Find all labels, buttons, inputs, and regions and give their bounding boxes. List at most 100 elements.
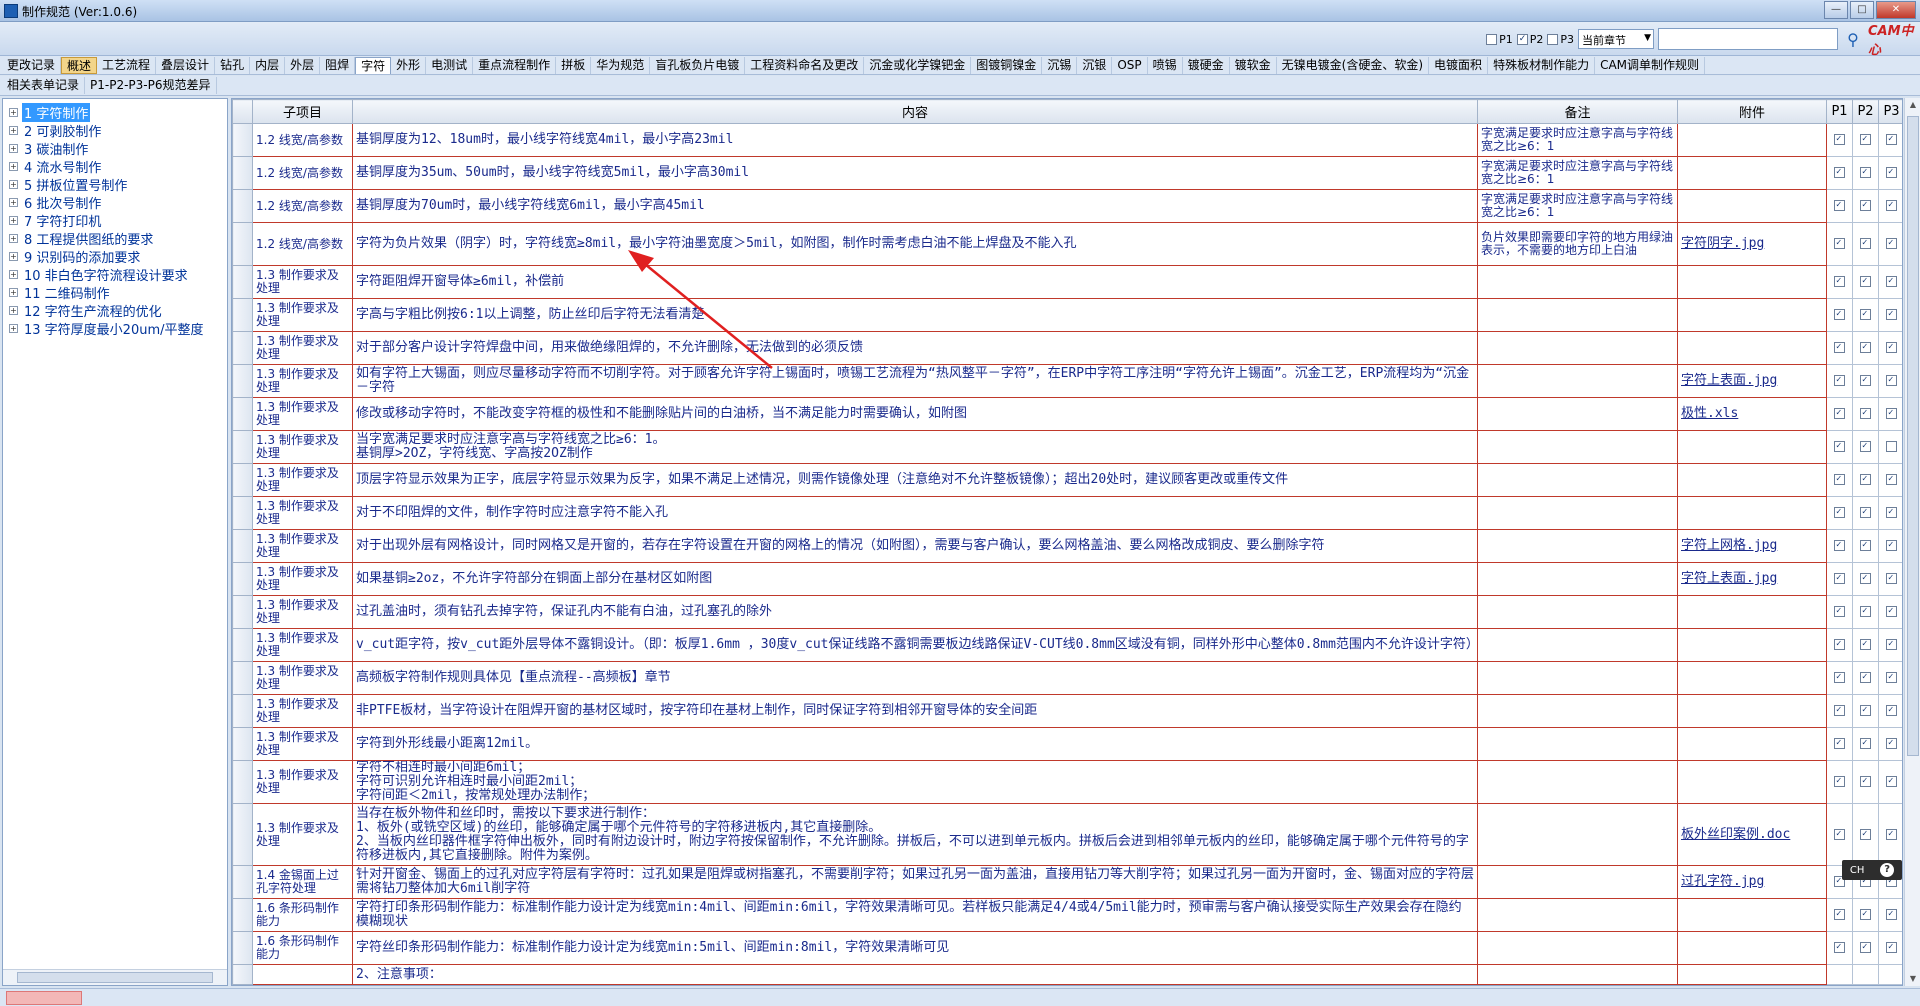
row-header[interactable] <box>232 189 253 223</box>
cell-p1[interactable] <box>1826 156 1853 190</box>
p3-checkbox[interactable] <box>1886 776 1897 787</box>
tab-20[interactable]: OSP <box>1112 56 1148 74</box>
p1-checkbox[interactable] <box>1834 276 1845 287</box>
tree-item[interactable]: +3 碳油制作 <box>3 139 227 158</box>
p2-checkbox[interactable] <box>1860 408 1871 419</box>
tab-0[interactable]: 更改记录 <box>2 56 62 74</box>
expand-icon[interactable]: + <box>9 197 18 207</box>
scrollbar-thumb[interactable] <box>1907 116 1919 756</box>
cell-attachment-link[interactable] <box>1677 123 1827 157</box>
p1-checkbox[interactable] <box>1834 408 1845 419</box>
p1-checkbox[interactable] <box>1834 167 1845 178</box>
maximize-button[interactable]: □ <box>1850 1 1874 19</box>
p1-checkbox[interactable] <box>1834 238 1845 249</box>
header-p2[interactable]: P2 <box>1852 99 1879 124</box>
ime-language[interactable]: CH <box>1850 865 1865 876</box>
cell-attachment-link[interactable] <box>1677 694 1827 728</box>
cell-attachment-link[interactable] <box>1677 265 1827 299</box>
p1-checkbox[interactable] <box>1834 573 1845 584</box>
cell-p1[interactable] <box>1826 628 1853 662</box>
tab-15[interactable]: 工程资料命名及更改 <box>745 56 865 74</box>
table-row[interactable]: 1.2 线宽/高参数 基铜厚度为12、18um时，最小线字符线宽4mil，最小字高… <box>232 123 1902 157</box>
cell-attachment-link[interactable] <box>1677 964 1827 985</box>
cell-p1[interactable] <box>1826 331 1853 365</box>
p3-checkbox[interactable] <box>1886 276 1897 287</box>
cell-p2[interactable] <box>1852 595 1879 629</box>
cell-attachment-link[interactable] <box>1677 496 1827 530</box>
p2-filter[interactable]: P2 <box>1516 33 1543 46</box>
tab-13[interactable]: 华为规范 <box>591 56 651 74</box>
row-header[interactable] <box>232 397 253 431</box>
cell-p2[interactable] <box>1852 222 1879 266</box>
cell-p1[interactable] <box>1826 529 1853 563</box>
row-header[interactable] <box>232 463 253 497</box>
table-row[interactable]: 1.3 制作要求及处理 字符到外形线最小距离12mil。 <box>232 727 1902 761</box>
p2-checkbox[interactable] <box>1860 507 1871 518</box>
tree-item[interactable]: +11 二维码制作 <box>3 283 227 302</box>
row-header[interactable] <box>232 265 253 299</box>
expand-icon[interactable]: + <box>9 107 18 117</box>
expand-icon[interactable]: + <box>9 251 18 261</box>
row-header[interactable] <box>232 430 253 464</box>
tab-5[interactable]: 内层 <box>250 56 286 74</box>
p2-checkbox[interactable] <box>1860 540 1871 551</box>
tab-19[interactable]: 沉银 <box>1077 56 1113 74</box>
p2-checkbox[interactable] <box>1860 606 1871 617</box>
p1-checkbox[interactable] <box>1834 606 1845 617</box>
cell-attachment-link[interactable] <box>1677 898 1827 932</box>
table-row[interactable]: 1.3 制作要求及处理 如果基铜≥2oz，不允许字符部分在铜面上部分在基材区如附图… <box>232 562 1902 596</box>
tree-item[interactable]: +4 流水号制作 <box>3 157 227 176</box>
cell-p2[interactable] <box>1852 727 1879 761</box>
cell-p2[interactable] <box>1852 364 1879 398</box>
p1-checkbox[interactable] <box>1834 942 1845 953</box>
chapter-select[interactable]: 当前章节 ▼ <box>1578 29 1654 49</box>
table-row[interactable]: 2、注意事项： <box>232 964 1902 985</box>
cell-p1[interactable] <box>1826 595 1853 629</box>
cell-attachment-link[interactable] <box>1677 430 1827 464</box>
cell-p3[interactable] <box>1878 364 1902 398</box>
tab-18[interactable]: 沉锡 <box>1042 56 1078 74</box>
p2-checkbox[interactable] <box>1860 474 1871 485</box>
p3-checkbox[interactable] <box>1886 573 1897 584</box>
cell-p1[interactable] <box>1826 496 1853 530</box>
table-row[interactable]: 1.3 制作要求及处理 过孔盖油时，须有钻孔去掉字符，保证孔内不能有白油，过孔塞孔… <box>232 595 1902 629</box>
row-header[interactable] <box>232 628 253 662</box>
cell-attachment-link[interactable] <box>1677 931 1827 965</box>
p2-checkbox[interactable] <box>1860 375 1871 386</box>
cell-attachment-link[interactable] <box>1677 298 1827 332</box>
p1-checkbox[interactable] <box>1834 441 1845 452</box>
cell-p1[interactable] <box>1826 298 1853 332</box>
p3-checkbox[interactable] <box>1886 639 1897 650</box>
tab-17[interactable]: 图镀铜镍金 <box>971 56 1043 74</box>
expand-icon[interactable]: + <box>9 143 18 153</box>
cell-p2[interactable] <box>1852 189 1879 223</box>
table-row[interactable]: 1.3 制作要求及处理 如有字符上大锡面，则应尽量移动字符而不切削字符。对于顾客允… <box>232 364 1902 398</box>
cell-p1[interactable] <box>1826 397 1853 431</box>
table-row[interactable]: 1.3 制作要求及处理 高频板字符制作规则具体见【重点流程--高频板】章节 <box>232 661 1902 695</box>
header-note[interactable]: 备注 <box>1477 99 1678 124</box>
p2-checkbox[interactable] <box>1860 738 1871 749</box>
cell-p3[interactable] <box>1878 661 1902 695</box>
p3-checkbox[interactable] <box>1886 738 1897 749</box>
cell-p1[interactable] <box>1826 760 1853 804</box>
tab-12[interactable]: 拼板 <box>556 56 592 74</box>
table-row[interactable]: 1.3 制作要求及处理 顶层字符显示效果为正字，底层字符显示效果为反字，如果不满足… <box>232 463 1902 497</box>
tab-2[interactable]: 工艺流程 <box>97 56 157 74</box>
cell-p3[interactable] <box>1878 931 1902 965</box>
cell-attachment-link[interactable]: 字符上网格.jpg <box>1677 529 1827 563</box>
row-header[interactable] <box>232 661 253 695</box>
cell-p3[interactable] <box>1878 628 1902 662</box>
tree-item[interactable]: +12 字符生产流程的优化 <box>3 301 227 320</box>
cell-p1[interactable] <box>1826 430 1853 464</box>
cell-p2[interactable] <box>1852 298 1879 332</box>
cell-p1[interactable] <box>1826 265 1853 299</box>
cell-p3[interactable] <box>1878 727 1902 761</box>
p2-checkbox[interactable] <box>1860 134 1871 145</box>
tab-22[interactable]: 镀硬金 <box>1183 56 1230 74</box>
p3-checkbox[interactable] <box>1886 474 1897 485</box>
row-header[interactable] <box>232 331 253 365</box>
p3-checkbox[interactable] <box>1886 828 1897 840</box>
expand-icon[interactable]: + <box>9 179 18 189</box>
cell-p1[interactable] <box>1826 562 1853 596</box>
cell-attachment-link[interactable]: 字符阴字.jpg <box>1677 222 1827 266</box>
